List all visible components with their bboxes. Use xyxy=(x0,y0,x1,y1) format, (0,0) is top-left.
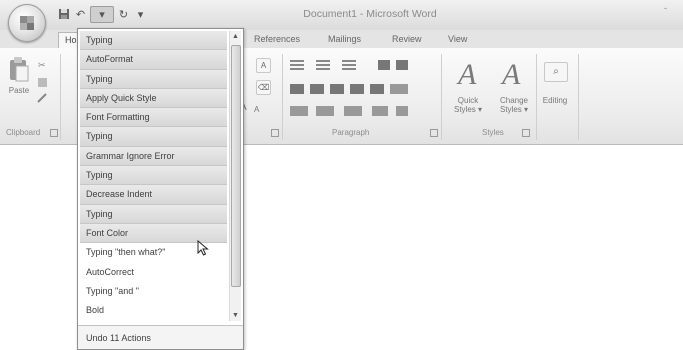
minimize-button[interactable]: - xyxy=(664,3,667,13)
styles-dialog-launcher-icon[interactable] xyxy=(522,129,530,137)
scroll-down-arrow-icon[interactable]: ▼ xyxy=(230,310,241,321)
quick-access-toolbar: ↶ ▾ ↻ ▾ xyxy=(56,5,148,23)
tab-references[interactable]: References xyxy=(254,34,300,44)
paragraph-dialog-launcher-icon[interactable] xyxy=(430,129,438,137)
dialog-launcher-icon[interactable] xyxy=(50,129,58,137)
undo-list-item[interactable]: Bold xyxy=(80,301,227,321)
undo-list-item[interactable]: Typing xyxy=(80,204,227,224)
undo-list-item[interactable]: Font Formatting xyxy=(80,108,227,128)
undo-list-item[interactable]: Typing xyxy=(80,31,227,51)
save-icon[interactable] xyxy=(56,7,71,22)
customize-toolbar-icon[interactable]: ▾ xyxy=(133,7,148,22)
redo-icon[interactable]: ↻ xyxy=(116,7,131,22)
svg-text:✂: ✂ xyxy=(38,60,46,70)
undo-list-item[interactable]: AutoCorrect xyxy=(80,263,227,282)
paragraph-group-label: Paragraph xyxy=(332,128,370,137)
font-case-icon[interactable]: A xyxy=(256,58,271,73)
separator xyxy=(282,54,283,140)
font-dialog-launcher-icon[interactable] xyxy=(271,129,279,137)
tab-view[interactable]: View xyxy=(448,34,467,44)
undo-list-scrollbar[interactable]: ▲ ▼ xyxy=(229,31,241,321)
office-button[interactable] xyxy=(8,4,46,42)
editing-button[interactable]: Editing xyxy=(538,96,572,105)
tab-mailings[interactable]: Mailings xyxy=(328,34,361,44)
scroll-up-arrow-icon[interactable]: ▲ xyxy=(230,31,241,42)
undo-list-item[interactable]: Typing xyxy=(80,166,227,186)
undo-list-item[interactable]: AutoFormat xyxy=(80,50,227,70)
paste-button[interactable]: Paste xyxy=(6,56,32,95)
undo-list-item[interactable]: Typing xyxy=(80,127,227,147)
quick-styles-button[interactable]: Quick Styles ▾ xyxy=(448,96,488,114)
paragraph-controls[interactable] xyxy=(288,56,438,126)
undo-icon[interactable]: ↶ xyxy=(73,7,88,22)
quick-styles-icon[interactable]: A xyxy=(458,58,476,92)
undo-list-item[interactable]: Apply Quick Style xyxy=(80,88,227,109)
paste-label: Paste xyxy=(8,86,30,95)
change-styles-button[interactable]: Change Styles ▾ xyxy=(492,96,536,114)
find-icon[interactable]: ⌕ xyxy=(544,62,568,82)
undo-dropdown-arrow-icon[interactable]: ▾ xyxy=(90,5,114,23)
undo-list-item[interactable]: Typing xyxy=(80,69,227,89)
undo-history-dropdown: Typing AutoFormat Typing Apply Quick Style F… xyxy=(77,28,244,350)
separator xyxy=(578,54,579,140)
mouse-pointer-icon xyxy=(197,240,209,256)
separator xyxy=(60,54,61,140)
undo-list-item[interactable]: Grammar Ignore Error xyxy=(80,146,227,167)
styles-group-label: Styles xyxy=(482,128,504,137)
separator xyxy=(441,54,442,140)
window-title: Document1 - Microsoft Word xyxy=(303,8,437,20)
shrink-font-icon[interactable]: A xyxy=(254,105,259,114)
scrollbar-thumb[interactable] xyxy=(231,45,241,287)
tab-review[interactable]: Review xyxy=(392,34,422,44)
undo-history-list: Typing AutoFormat Typing Apply Quick Style F… xyxy=(80,31,227,321)
change-styles-icon[interactable]: A xyxy=(502,58,520,92)
office-logo-icon xyxy=(20,16,34,30)
clipboard-small-icons[interactable]: ✂ xyxy=(36,58,50,108)
undo-list-item[interactable]: Typing "and " xyxy=(80,282,227,302)
font-clear-icon[interactable]: ⌫ xyxy=(256,80,271,95)
clipboard-group-label: Clipboard xyxy=(6,128,41,137)
paste-icon xyxy=(10,57,29,82)
title-bar: ↶ ▾ ↻ ▾ Document1 - Microsoft Word - xyxy=(0,0,683,42)
undo-actions-count: Undo 11 Actions xyxy=(78,325,243,349)
separator xyxy=(536,54,537,140)
undo-list-item[interactable]: Decrease Indent xyxy=(80,185,227,205)
